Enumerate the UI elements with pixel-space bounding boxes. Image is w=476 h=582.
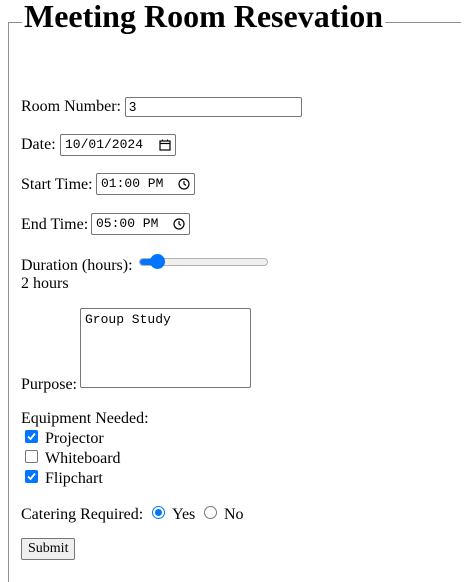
catering-yes-label: Yes (172, 506, 196, 523)
equipment-flipchart-checkbox[interactable] (25, 470, 38, 483)
room-number-input[interactable]: 3 (125, 97, 302, 117)
calendar-icon[interactable] (159, 139, 171, 151)
slider-thumb[interactable] (150, 254, 165, 269)
purpose-label: Purpose: (21, 376, 77, 393)
start-time-label: Start Time: (21, 176, 93, 193)
catering-no-label: No (224, 506, 244, 523)
catering-no-radio[interactable] (204, 506, 217, 519)
equipment-whiteboard-label: Whiteboard (45, 450, 121, 467)
submit-button[interactable]: Submit (21, 538, 76, 560)
date-value: 10/01/2024 (65, 137, 144, 152)
purpose-textarea[interactable]: Group Study (80, 308, 251, 388)
start-time-value: 01:00 PM (101, 176, 164, 191)
clock-icon[interactable] (178, 178, 190, 190)
duration-label: Duration (hours): (21, 257, 133, 274)
check-icon[interactable] (25, 430, 38, 443)
end-time-input[interactable]: 05:00 PM (91, 213, 190, 235)
form-title: Meeting Room Resevation (22, 0, 386, 34)
end-time-value: 05:00 PM (96, 216, 159, 231)
equipment-label: Equipment Needed: (21, 410, 149, 427)
check-icon[interactable] (25, 470, 38, 483)
checkbox-box[interactable] (25, 450, 38, 463)
duration-value-text: 2 hours (21, 275, 69, 292)
catering-label: Catering Required: (21, 506, 144, 523)
date-label: Date: (21, 136, 56, 153)
date-input[interactable]: 10/01/2024 (60, 134, 176, 156)
room-number-label: Room Number: (21, 98, 121, 115)
radio-dot (155, 509, 162, 516)
start-time-input[interactable]: 01:00 PM (96, 173, 195, 195)
equipment-projector-checkbox[interactable] (25, 430, 38, 443)
catering-yes-radio[interactable] (152, 506, 165, 519)
clock-icon[interactable] (173, 218, 185, 230)
equipment-flipchart-label: Flipchart (45, 470, 103, 487)
duration-slider[interactable] (139, 254, 268, 269)
equipment-whiteboard-checkbox[interactable] (25, 450, 38, 463)
equipment-projector-label: Projector (45, 430, 104, 447)
end-time-label: End Time: (21, 216, 89, 233)
